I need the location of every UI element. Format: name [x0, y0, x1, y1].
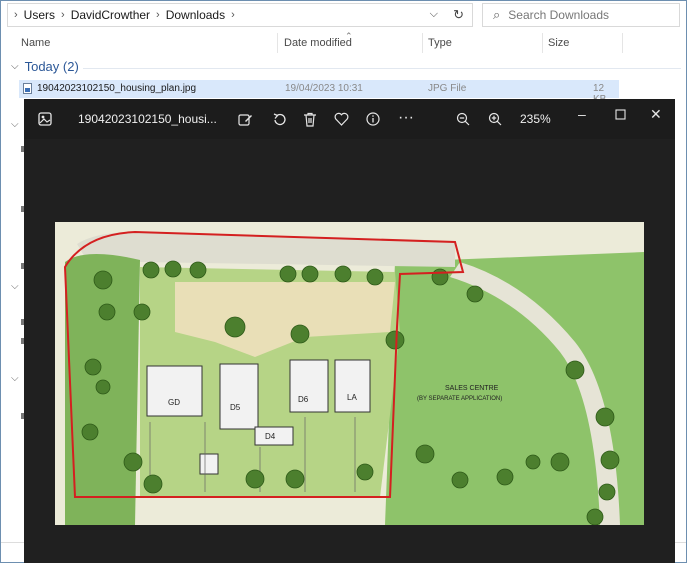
label-la: LA — [347, 393, 357, 402]
search-box[interactable]: ⌕ Search Downloads — [482, 3, 680, 27]
photo-viewer-window: 19042023102150_housi... ··· 235% – ✕ GD … — [24, 99, 675, 563]
chevron-down-icon[interactable]: ⌵ — [11, 119, 19, 130]
label-gd: GD — [168, 398, 180, 407]
info-icon[interactable] — [366, 112, 380, 128]
close-icon[interactable]: ✕ — [650, 107, 662, 121]
viewer-titlebar: 19042023102150_housi... ··· 235% – ✕ — [24, 99, 675, 139]
more-options-icon[interactable]: ··· — [398, 110, 414, 126]
label-sales-centre: SALES CENTRE — [445, 385, 499, 392]
garage — [199, 453, 219, 475]
delete-icon[interactable] — [303, 112, 317, 129]
house-gd — [146, 365, 203, 417]
chevron-right-icon: › — [14, 9, 18, 21]
chevron-down-icon[interactable]: ⌵ — [11, 281, 19, 292]
label-d5: D5 — [230, 403, 241, 412]
chevron-right-icon: › — [156, 9, 160, 21]
file-name: 19042023102150_housing_plan.jpg — [37, 83, 197, 94]
group-label: Today (2) — [24, 59, 79, 74]
address-dropdown-icon[interactable]: ⌵ — [430, 8, 438, 21]
breadcrumb-user[interactable]: DavidCrowther — [71, 8, 150, 22]
zoom-level[interactable]: 235% — [520, 112, 551, 126]
maximize-icon[interactable] — [615, 108, 626, 122]
refresh-icon[interactable]: ↻ — [453, 7, 464, 23]
house-d5 — [219, 363, 259, 430]
group-today[interactable]: ⌵ Today (2) — [11, 59, 79, 74]
file-date: 19/04/2023 10:31 — [285, 83, 363, 94]
viewer-title: 19042023102150_housi... — [78, 112, 217, 126]
house-la — [334, 359, 371, 413]
chevron-down-icon[interactable]: ⌵ — [11, 373, 19, 384]
column-size[interactable]: Size — [548, 37, 569, 49]
column-headers: Name Date modified ⌃ Type Size — [1, 31, 686, 55]
label-d4: D4 — [265, 432, 276, 441]
column-type[interactable]: Type — [428, 37, 452, 49]
chevron-down-icon: ⌵ — [11, 61, 19, 72]
heart-icon[interactable] — [334, 112, 349, 128]
file-type: JPG File — [428, 83, 467, 94]
gallery-icon[interactable] — [38, 112, 52, 128]
edit-image-icon[interactable] — [238, 112, 253, 129]
breadcrumb-downloads[interactable]: Downloads — [166, 8, 225, 22]
sort-chevron-icon: ⌃ — [345, 31, 353, 41]
search-icon: ⌕ — [493, 7, 501, 22]
search-input[interactable]: Search Downloads — [508, 8, 609, 22]
column-date-modified[interactable]: Date modified — [284, 37, 352, 49]
group-divider — [83, 68, 681, 69]
minimize-icon[interactable]: – — [578, 107, 586, 121]
house-d6 — [289, 359, 329, 413]
address-bar[interactable]: › Users › DavidCrowther › Downloads › ⌵ … — [7, 3, 473, 27]
chevron-right-icon[interactable]: › — [231, 9, 235, 21]
rotate-icon[interactable] — [272, 112, 287, 129]
housing-plan-image[interactable]: GD D6 LA D5 D4 SALES CENTRE (BY SEPARATE… — [55, 222, 644, 525]
zoom-out-icon[interactable] — [456, 112, 470, 128]
label-d6: D6 — [298, 395, 309, 404]
breadcrumb-users[interactable]: Users — [24, 8, 55, 22]
table-row[interactable]: 19042023102150_housing_plan.jpg 19/04/20… — [19, 80, 619, 105]
jpg-file-icon — [23, 83, 32, 94]
chevron-right-icon: › — [61, 9, 65, 21]
zoom-in-icon[interactable] — [488, 112, 502, 128]
column-name[interactable]: Name — [21, 37, 50, 49]
label-separate-application: (BY SEPARATE APPLICATION) — [417, 396, 502, 402]
